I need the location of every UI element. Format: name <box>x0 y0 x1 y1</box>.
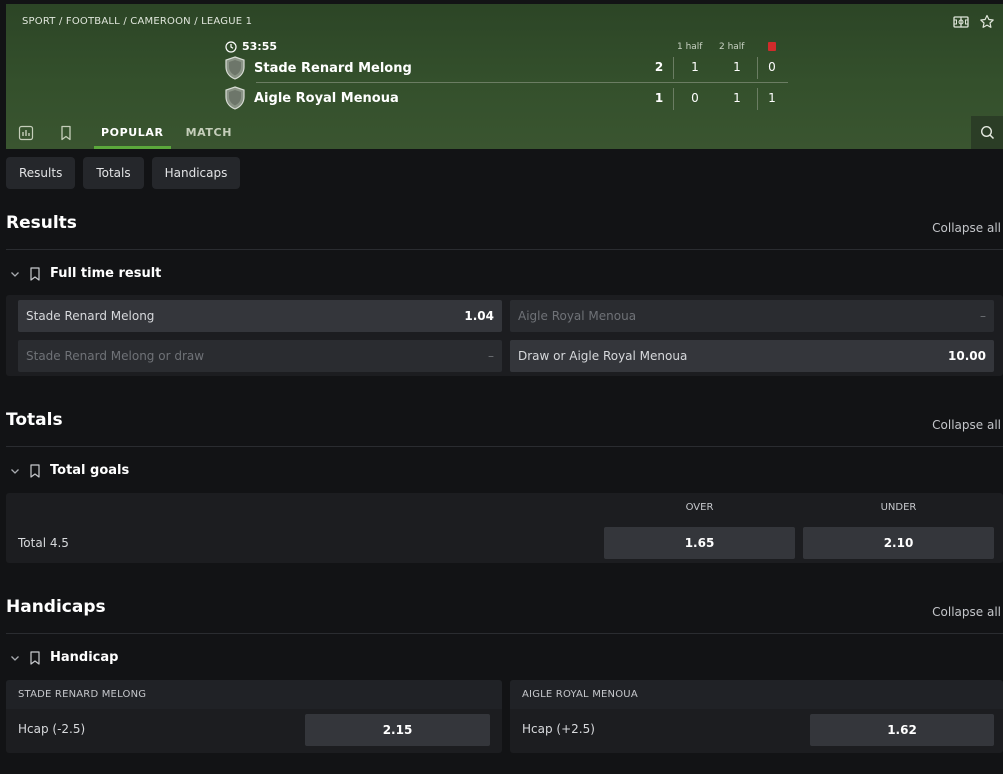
full-time-result-panel: Stade Renard Melong 1.04 Aigle Royal Men… <box>6 295 1003 376</box>
tab-match[interactable]: MATCH <box>179 116 239 149</box>
field-view-icon[interactable] <box>953 14 969 30</box>
match-tabs: POPULAR MATCH <box>6 116 1003 149</box>
bookmark-icon[interactable] <box>29 650 41 665</box>
collapse-all-results[interactable]: Collapse all <box>932 221 1001 235</box>
team-home-name: Stade Renard Melong <box>254 60 412 76</box>
market-handicap[interactable]: Handicap <box>10 650 118 665</box>
column-over: OVER <box>685 502 714 513</box>
chip-totals[interactable]: Totals <box>83 157 144 189</box>
collapse-all-totals[interactable]: Collapse all <box>932 418 1001 432</box>
handicap-home-panel: STADE RENARD MELONG Hcap (-2.5) 2.15 <box>6 680 502 753</box>
clock-time: 53:55 <box>242 40 278 53</box>
away-total-score: 1 <box>654 91 664 105</box>
search-icon <box>980 125 994 140</box>
handicap-away-label: Hcap (+2.5) <box>522 722 595 736</box>
chevron-down-icon[interactable] <box>10 269 20 279</box>
market-title: Handicap <box>50 650 119 665</box>
handicap-away-price-button[interactable]: 1.62 <box>810 714 994 746</box>
collapse-all-handicaps[interactable]: Collapse all <box>932 605 1001 619</box>
chip-handicaps[interactable]: Handicaps <box>151 157 241 189</box>
odd-away-win[interactable]: Aigle Royal Menoua – <box>510 300 994 332</box>
home-half1-score: 1 <box>691 60 699 74</box>
chip-results[interactable]: Results <box>6 157 76 189</box>
column-under: UNDER <box>880 502 917 513</box>
odd-home-win[interactable]: Stade Renard Melong 1.04 <box>18 300 502 332</box>
market-filter-chips: Results Totals Handicaps <box>6 157 241 189</box>
handicap-home-label: Hcap (-2.5) <box>18 722 86 736</box>
total-goals-panel: OVER UNDER Total 4.5 1.65 2.10 <box>6 493 1003 563</box>
handicap-away-header: AIGLE ROYAL MENOUA <box>510 680 1003 709</box>
market-total-goals[interactable]: Total goals <box>10 463 129 478</box>
favorite-star-icon[interactable] <box>979 14 995 30</box>
away-red-cards: 1 <box>768 91 776 105</box>
total-row-label: Total 4.5 <box>18 536 69 550</box>
market-title: Total goals <box>50 463 130 478</box>
away-half1-score: 0 <box>691 91 699 105</box>
bookmark-icon[interactable] <box>46 116 86 149</box>
team-shield-icon <box>225 56 245 80</box>
match-clock: 53:55 <box>225 40 277 53</box>
match-header: SPORT / FOOTBALL / CAMEROON / LEAGUE 1 5… <box>6 4 1003 149</box>
market-full-time-result[interactable]: Full time result <box>10 266 161 281</box>
section-title-results: Results <box>6 213 77 233</box>
chevron-down-icon[interactable] <box>10 653 20 663</box>
tab-popular[interactable]: POPULAR <box>94 116 171 149</box>
team-shield-icon <box>225 86 245 110</box>
away-half2-score: 1 <box>733 91 741 105</box>
bookmark-icon[interactable] <box>29 266 41 281</box>
period2-label: 2 half <box>719 42 745 52</box>
clock-icon <box>225 40 237 53</box>
stats-icon[interactable] <box>6 116 46 149</box>
search-button[interactable] <box>971 116 1003 149</box>
red-card-icon <box>768 42 776 51</box>
section-title-totals: Totals <box>6 410 63 430</box>
chevron-down-icon[interactable] <box>10 466 20 476</box>
home-half2-score: 1 <box>733 60 741 74</box>
over-price-button[interactable]: 1.65 <box>604 527 795 559</box>
handicap-home-price-button[interactable]: 2.15 <box>305 714 490 746</box>
home-red-cards: 0 <box>768 60 776 74</box>
odd-home-or-draw[interactable]: Stade Renard Melong or draw – <box>18 340 502 372</box>
section-title-handicaps: Handicaps <box>6 597 106 617</box>
market-title: Full time result <box>50 266 162 281</box>
odd-draw-or-away[interactable]: Draw or Aigle Royal Menoua 10.00 <box>510 340 994 372</box>
breadcrumb[interactable]: SPORT / FOOTBALL / CAMEROON / LEAGUE 1 <box>22 16 252 27</box>
period1-label: 1 half <box>677 42 703 52</box>
under-price-button[interactable]: 2.10 <box>803 527 994 559</box>
home-total-score: 2 <box>654 60 664 74</box>
handicap-away-panel: AIGLE ROYAL MENOUA Hcap (+2.5) 1.62 <box>510 680 1003 753</box>
handicap-home-header: STADE RENARD MELONG <box>6 680 502 709</box>
team-away[interactable]: Aigle Royal Menoua <box>224 86 399 110</box>
bookmark-icon[interactable] <box>29 463 41 478</box>
team-home[interactable]: Stade Renard Melong <box>224 56 412 80</box>
team-away-name: Aigle Royal Menoua <box>254 90 399 106</box>
